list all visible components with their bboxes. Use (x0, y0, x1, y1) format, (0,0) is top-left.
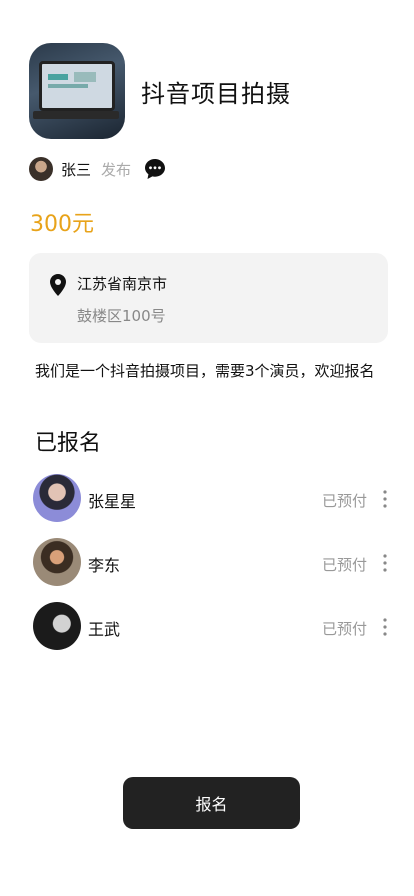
list-item[interactable]: 张星星 已预付 (33, 474, 393, 538)
participant-name: 李东 (88, 556, 121, 575)
author-action: 发布 (101, 160, 132, 179)
author-row: 张三 发布 (29, 156, 167, 182)
list-item[interactable]: 王武 已预付 (33, 602, 393, 666)
registered-section-title: 已报名 (35, 431, 102, 456)
list-item[interactable]: 李东 已预付 (33, 538, 393, 602)
payment-status: 已预付 (321, 620, 367, 638)
payment-status: 已预付 (321, 556, 367, 574)
registered-list: 张星星 已预付 李东 已预付 王武 已预付 (33, 474, 393, 666)
laptop-image (39, 61, 115, 111)
project-thumbnail (29, 43, 125, 139)
project-title: 抖音项目拍摄 (141, 79, 291, 108)
more-vertical-icon[interactable] (383, 490, 387, 508)
project-description: 我们是一个抖音拍摄项目，需要3个演员，欢迎报名 (35, 362, 375, 380)
more-vertical-icon[interactable] (383, 554, 387, 572)
project-header: 抖音项目拍摄 (29, 43, 291, 139)
address-street: 鼓楼区100号 (77, 307, 166, 325)
price: 300元 (30, 212, 94, 237)
avatar (33, 602, 81, 650)
participant-name: 张星星 (88, 492, 137, 511)
participant-name: 王武 (88, 620, 121, 639)
chat-icon[interactable] (143, 157, 167, 181)
avatar (33, 474, 81, 522)
signup-button[interactable]: 报名 (123, 777, 300, 829)
payment-status: 已预付 (321, 492, 367, 510)
location-pin-icon (50, 274, 66, 296)
avatar (33, 538, 81, 586)
address-card[interactable]: 江苏省南京市 鼓楼区100号 (29, 253, 388, 343)
address-city: 江苏省南京市 (77, 275, 168, 293)
project-detail-page: 抖音项目拍摄 张三 发布 300元 江苏省南京市 鼓楼区100号 我们是一个抖音… (0, 0, 414, 896)
author-avatar[interactable] (29, 157, 53, 181)
author-name[interactable]: 张三 (61, 159, 91, 180)
more-vertical-icon[interactable] (383, 618, 387, 636)
